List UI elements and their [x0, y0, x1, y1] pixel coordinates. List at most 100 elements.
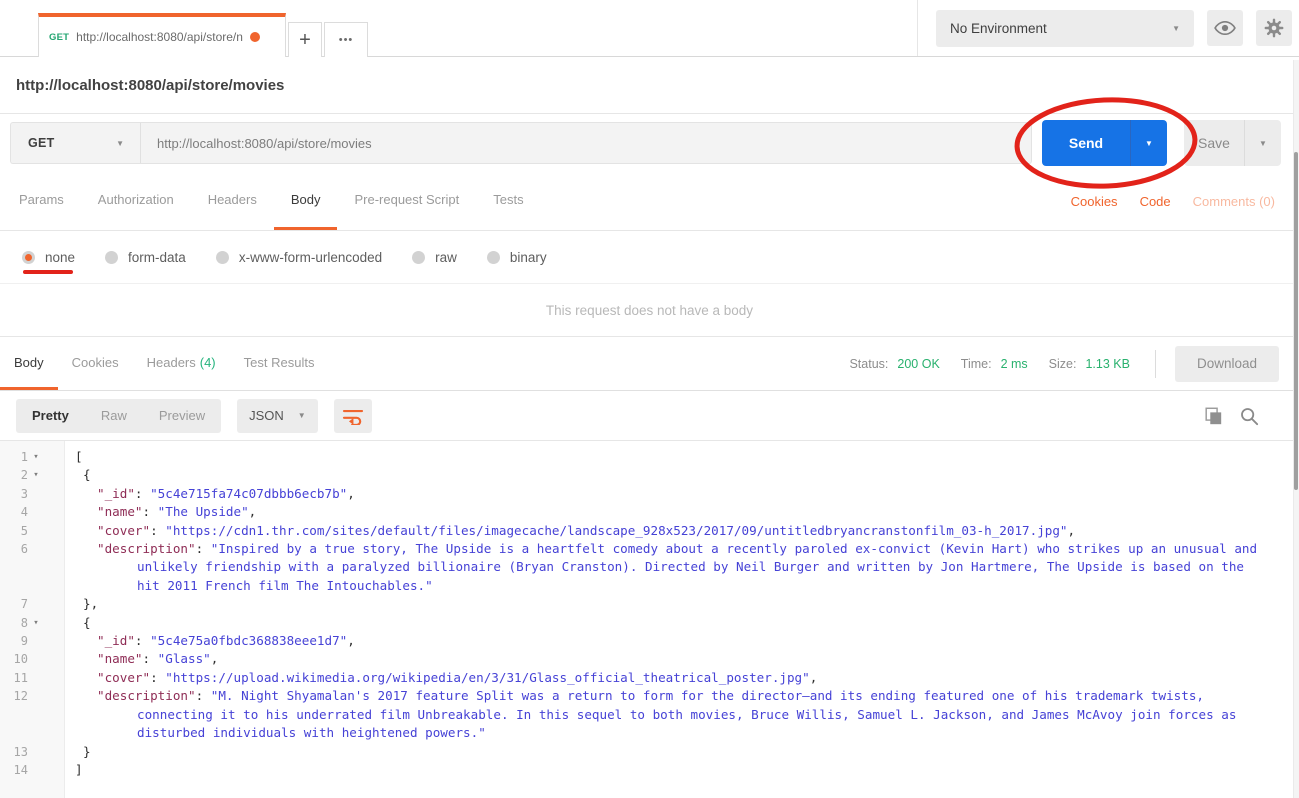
empty-body-row: This request does not have a body — [0, 284, 1299, 337]
send-button-group: Send ▼ — [1042, 120, 1167, 166]
code-line: 6 "description": "Inspired by a true stor… — [0, 540, 1299, 595]
wrap-lines-button[interactable] — [333, 398, 372, 433]
fold-caret-icon[interactable]: ▾ — [28, 614, 44, 632]
line-gutter: 4 — [0, 503, 65, 521]
download-button[interactable]: Download — [1174, 345, 1279, 382]
postman-app: GET http://localhost:8080/api/store/n + … — [0, 0, 1299, 798]
code-text: "_id": "5c4e75a0fbdc368838eee1d7", — [97, 633, 355, 649]
response-body-viewer[interactable]: 1 ▾[2 ▾{3 "_id": "5c4e715fa74c07dbbb6ecb7b"… — [0, 441, 1299, 798]
code-text: }, — [83, 596, 99, 612]
line-gutter: 10 — [0, 650, 65, 668]
search-icon — [1241, 407, 1259, 425]
code-text: "cover": "https://upload.wikimedia.org/w… — [97, 669, 818, 685]
method-dropdown[interactable]: GET ▼ — [10, 122, 140, 164]
fold-caret-icon[interactable]: ▾ — [28, 448, 44, 466]
code-line: 9 "_id": "5c4e75a0fbdc368838eee1d7", — [0, 632, 1299, 650]
copy-icon — [1205, 407, 1222, 424]
chevron-down-icon: ▼ — [1172, 23, 1180, 33]
body-type-raw[interactable]: raw — [412, 250, 457, 265]
line-number: 12 — [13, 689, 28, 704]
code-text: { — [83, 614, 91, 630]
comments-link[interactable]: Comments (0) — [1193, 194, 1275, 209]
tab-params[interactable]: Params — [2, 172, 81, 230]
tab-pre-request-script[interactable]: Pre-request Script — [337, 172, 476, 230]
search-button[interactable] — [1239, 406, 1259, 426]
toolbar-icons — [1203, 406, 1283, 426]
request-tab[interactable]: GET http://localhost:8080/api/store/n — [38, 13, 286, 57]
line-number: 11 — [13, 670, 28, 685]
radio-selected-icon — [22, 250, 35, 264]
code-line: 3 "_id": "5c4e715fa74c07dbbb6ecb7b", — [0, 485, 1299, 503]
send-options-button[interactable]: ▼ — [1130, 120, 1167, 166]
save-button-group: Save ▼ — [1184, 120, 1281, 166]
language-dropdown[interactable]: JSON ▼ — [237, 398, 318, 433]
more-tabs-button[interactable]: ••• — [324, 22, 368, 57]
tab-response-body[interactable]: Body — [0, 337, 58, 390]
empty-body-message: This request does not have a body — [545, 302, 754, 318]
body-type-x-www-form-urlencoded[interactable]: x-www-form-urlencoded — [215, 250, 382, 265]
settings-button[interactable] — [1256, 10, 1292, 46]
radio-icon — [105, 250, 119, 264]
code-text: "name": "The Upside", — [97, 504, 257, 520]
chevron-down-icon: ▼ — [1259, 138, 1267, 148]
line-number: 13 — [13, 744, 28, 759]
copy-button[interactable] — [1203, 406, 1223, 426]
line-gutter: 14 — [0, 761, 65, 779]
method-label: GET — [28, 136, 55, 150]
status-label: Status: — [849, 356, 889, 371]
tab-body[interactable]: Body — [273, 172, 338, 230]
time-label: Time: — [960, 356, 992, 371]
line-gutter: 12 — [0, 687, 65, 742]
save-button[interactable]: Save — [1184, 120, 1244, 166]
scrollbar-thumb[interactable] — [1294, 152, 1298, 490]
page-title: http://localhost:8080/api/store/movies — [16, 76, 285, 94]
code-link[interactable]: Code — [1140, 194, 1171, 209]
tab-test-results[interactable]: Test Results — [230, 337, 329, 390]
environment-quicklook-button[interactable] — [1207, 10, 1243, 46]
new-tab-button[interactable]: + — [288, 22, 322, 57]
radio-icon — [486, 250, 500, 264]
tab-headers[interactable]: Headers — [191, 172, 274, 230]
size-label: Size: — [1048, 356, 1077, 371]
view-pretty[interactable]: Pretty — [16, 408, 85, 423]
chevron-down-icon: ▼ — [1145, 138, 1153, 148]
eye-icon — [1214, 20, 1236, 36]
scrollbar — [1293, 60, 1299, 798]
line-number: 9 — [20, 634, 28, 649]
chevron-down-icon: ▼ — [297, 411, 306, 420]
response-toolbar: Pretty Raw Preview JSON ▼ — [0, 391, 1299, 441]
code-text: "cover": "https://cdn1.thr.com/sites/def… — [97, 522, 1076, 538]
body-type-none[interactable]: none — [22, 250, 75, 265]
time-value: 2 ms — [1000, 356, 1028, 371]
view-preview[interactable]: Preview — [143, 408, 221, 423]
url-input[interactable] — [140, 122, 1032, 164]
body-type-binary[interactable]: binary — [486, 250, 547, 265]
line-gutter: 6 — [0, 540, 65, 595]
tab-tests[interactable]: Tests — [476, 172, 540, 230]
tab-authorization[interactable]: Authorization — [81, 172, 191, 230]
fold-caret-icon[interactable]: ▾ — [28, 466, 44, 484]
tab-response-cookies[interactable]: Cookies — [58, 337, 133, 390]
send-button[interactable]: Send — [1042, 120, 1130, 166]
tab-method-label: GET — [49, 31, 70, 43]
view-raw[interactable]: Raw — [85, 408, 143, 423]
tab-strip: GET http://localhost:8080/api/store/n + … — [38, 13, 368, 57]
save-options-button[interactable]: ▼ — [1244, 120, 1281, 166]
tab-response-headers[interactable]: Headers (4) — [133, 337, 230, 390]
code-text: { — [83, 467, 91, 483]
environment-selector[interactable]: No Environment ▼ — [936, 9, 1194, 47]
body-type-row: none form-data x-www-form-urlencoded raw… — [0, 231, 1299, 284]
line-gutter: 1 ▾ — [0, 448, 65, 466]
code-text: [ — [75, 449, 83, 464]
line-gutter: 8 ▾ — [0, 614, 65, 632]
cookies-link[interactable]: Cookies — [1071, 194, 1118, 209]
body-type-form-data[interactable]: form-data — [105, 250, 186, 265]
response-meta: Status: 200 OK Time: 2 ms Size: 1.13 KB … — [849, 337, 1299, 390]
line-gutter: 5 — [0, 522, 65, 540]
code-text: "description": "Inspired by a true story… — [97, 541, 1265, 593]
status-value: 200 OK — [897, 356, 940, 371]
